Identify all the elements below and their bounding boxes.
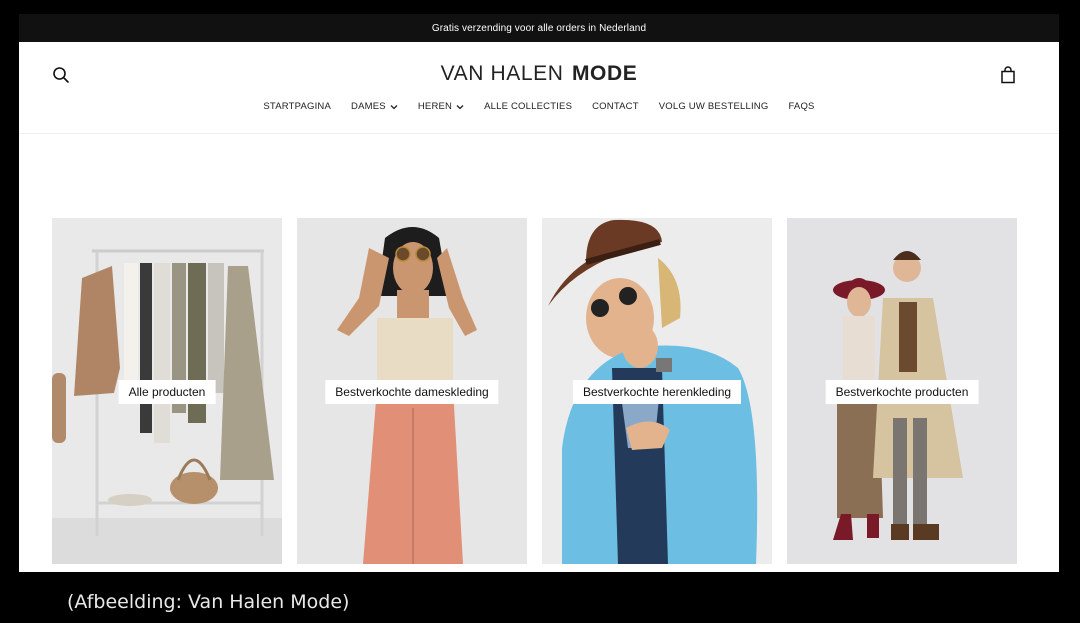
nav-item-faqs[interactable]: FAQS — [788, 101, 814, 112]
collection-label: Bestverkochte producten — [825, 380, 979, 404]
announcement-text: Gratis verzending voor alle orders in Ne… — [431, 22, 647, 34]
site-header: VAN HALEN MODE STARTPAGINA DAMES HEREN A… — [19, 42, 1059, 134]
shopping-bag-icon[interactable] — [999, 66, 1017, 84]
nav-label: CONTACT — [592, 101, 639, 112]
collection-grid: Alle producten Bestverkochte dameskledin… — [52, 218, 1017, 564]
collection-card-bestverkochte-dameskleding[interactable]: Bestverkochte dameskleding — [297, 218, 527, 564]
collection-card-alle-producten[interactable]: Alle producten — [52, 218, 282, 564]
store-page: Gratis verzending voor alle orders in Ne… — [19, 14, 1059, 572]
nav-label: HEREN — [417, 101, 453, 112]
nav-label: DAMES — [351, 101, 386, 112]
announcement-bar: Gratis verzending voor alle orders in Ne… — [19, 14, 1059, 42]
nav-item-alle-collecties[interactable]: ALLE COLLECTIES — [484, 101, 572, 112]
nav-item-volg-uw-bestelling[interactable]: VOLG UW BESTELLING — [659, 101, 769, 112]
collection-card-bestverkochte-producten[interactable]: Bestverkochte producten — [787, 218, 1017, 564]
collection-label: Bestverkochte herenkleding — [572, 380, 742, 404]
site-logo[interactable]: VAN HALEN MODE — [19, 62, 1059, 86]
collection-label: Bestverkochte dameskleding — [325, 380, 499, 404]
nav-label: STARTPAGINA — [263, 101, 332, 112]
chevron-down-icon — [390, 104, 398, 109]
nav-label: VOLG UW BESTELLING — [658, 101, 769, 112]
nav-item-startpagina[interactable]: STARTPAGINA — [263, 101, 331, 112]
logo-text-bold: MODE — [571, 62, 638, 85]
nav-item-dames[interactable]: DAMES — [351, 101, 398, 112]
nav-item-heren[interactable]: HEREN — [418, 101, 464, 112]
image-caption: (Afbeelding: Van Halen Mode) — [67, 591, 350, 613]
nav-label: FAQS — [788, 101, 815, 112]
collection-card-bestverkochte-herenkleding[interactable]: Bestverkochte herenkleding — [542, 218, 772, 564]
collection-label: Alle producten — [118, 380, 216, 404]
nav-item-contact[interactable]: CONTACT — [592, 101, 639, 112]
logo-text-light: VAN HALEN — [440, 62, 564, 85]
main-navigation: STARTPAGINA DAMES HEREN ALLE COLLECTIES … — [19, 101, 1059, 112]
nav-label: ALLE COLLECTIES — [484, 101, 573, 112]
chevron-down-icon — [456, 104, 464, 109]
